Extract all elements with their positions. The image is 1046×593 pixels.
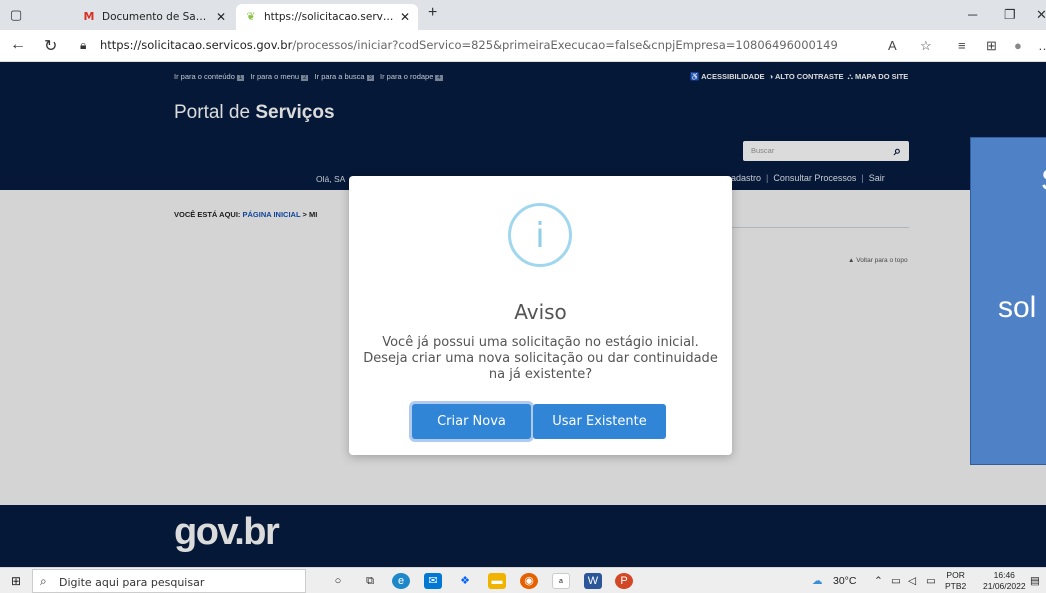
side-panel-text-2: sol bbox=[998, 291, 1037, 324]
task-view-icon[interactable]: ⧉ bbox=[361, 573, 379, 589]
leaf-icon: ❦ bbox=[246, 10, 256, 23]
tab-solicitacao[interactable]: ❦ https://solicitacao.servicos.gov.b ✕ bbox=[236, 4, 418, 30]
amazon-icon[interactable]: a bbox=[552, 573, 570, 589]
keyboard-layout: PTB2 bbox=[945, 581, 967, 591]
back-icon[interactable]: ← bbox=[10, 36, 26, 54]
side-panel: S sol bbox=[970, 137, 1046, 465]
dialog-title: Aviso bbox=[514, 300, 567, 324]
tab-actions-icon[interactable]: ▢ bbox=[10, 7, 22, 23]
dialog-message: Você já possui uma solicitação no estági… bbox=[363, 335, 718, 382]
volume-icon[interactable]: ◁ bbox=[908, 575, 916, 587]
tab-title: Documento de Samara Pereira - bbox=[102, 11, 210, 23]
network-icon[interactable]: ▭ bbox=[891, 575, 901, 587]
powerpoint-icon[interactable]: P bbox=[615, 573, 633, 589]
cortana-icon[interactable]: ○ bbox=[329, 573, 347, 589]
edge-icon[interactable]: e bbox=[392, 573, 410, 589]
taskbar-search-placeholder: Digite aqui para pesquisar bbox=[59, 576, 205, 589]
alert-dialog: i Aviso Você já possui uma solicitação n… bbox=[349, 176, 732, 455]
use-existing-button[interactable]: Usar Existente bbox=[533, 404, 666, 439]
windows-start-icon[interactable]: ⊞ bbox=[11, 574, 21, 588]
side-panel-text-1: S bbox=[1041, 164, 1046, 198]
weather-temp[interactable]: 30°C bbox=[833, 575, 856, 587]
clock-time: 16:46 bbox=[993, 570, 1015, 580]
favorite-icon[interactable]: ☆ bbox=[920, 38, 932, 54]
language-indicator[interactable]: POR PTB2 bbox=[945, 570, 966, 592]
reload-icon[interactable]: ↻ bbox=[44, 36, 57, 56]
close-window-icon[interactable]: ✕ bbox=[1036, 7, 1046, 23]
battery-icon[interactable]: ▭ bbox=[926, 575, 936, 587]
notifications-icon[interactable]: ▤ bbox=[1030, 575, 1040, 587]
browser-tabbar: ▢ M Documento de Samara Pereira - ✕ ❦ ht… bbox=[0, 0, 1046, 30]
tab-gmail[interactable]: M Documento de Samara Pereira - ✕ bbox=[74, 4, 234, 30]
info-icon: i bbox=[508, 203, 572, 267]
tray-chevron-icon[interactable]: ⌃ bbox=[874, 575, 883, 587]
more-icon[interactable]: … bbox=[1038, 38, 1046, 53]
weather-icon[interactable]: ☁ bbox=[812, 575, 823, 587]
url-path: /processos/iniciar?codServico=825&primei… bbox=[292, 38, 838, 52]
close-tab-icon[interactable]: ✕ bbox=[216, 10, 226, 24]
dropbox-icon[interactable]: ❖ bbox=[456, 573, 474, 589]
screen: ▢ M Documento de Samara Pereira - ✕ ❦ ht… bbox=[0, 0, 1046, 593]
windows-taskbar: ⊞ ⌕ Digite aqui para pesquisar ○ ⧉ e ✉ ❖… bbox=[0, 567, 1046, 593]
gmail-icon: M bbox=[83, 10, 95, 23]
browser-addressbar: ← ↻ 🔒︎ https://solicitacao.servicos.gov.… bbox=[0, 30, 1046, 62]
language-code: POR bbox=[946, 570, 965, 580]
url-field[interactable]: https://solicitacao.servicos.gov.br/proc… bbox=[100, 38, 838, 52]
create-new-button[interactable]: Criar Nova bbox=[412, 404, 531, 439]
new-tab-button[interactable]: + bbox=[428, 4, 437, 22]
clock-date: 21/06/2022 bbox=[983, 581, 1026, 591]
url-host: https://solicitacao.servicos.gov.br bbox=[100, 38, 293, 52]
read-aloud-icon[interactable]: A bbox=[888, 38, 897, 53]
close-tab-icon[interactable]: ✕ bbox=[400, 10, 410, 24]
minimize-icon[interactable]: ─ bbox=[968, 7, 977, 22]
word-icon[interactable]: W bbox=[584, 573, 602, 589]
info-icon-glyph: i bbox=[535, 216, 545, 256]
mail-icon[interactable]: ✉ bbox=[424, 573, 442, 589]
lock-icon[interactable]: 🔒︎ bbox=[80, 38, 86, 53]
taskbar-search-input[interactable]: ⌕ Digite aqui para pesquisar bbox=[32, 569, 306, 593]
clock[interactable]: 16:46 21/06/2022 bbox=[983, 570, 1026, 592]
firefox-icon[interactable]: ◉ bbox=[520, 573, 538, 589]
tab-title: https://solicitacao.servicos.gov.b bbox=[264, 11, 394, 23]
favorites-list-icon[interactable]: ≡ bbox=[958, 38, 966, 53]
search-icon: ⌕ bbox=[40, 574, 47, 588]
collections-icon[interactable]: ⊞ bbox=[986, 38, 997, 54]
profile-icon[interactable]: ● bbox=[1014, 38, 1022, 53]
file-explorer-icon[interactable]: ▬ bbox=[488, 573, 506, 589]
restore-icon[interactable]: ❐ bbox=[1004, 7, 1016, 23]
